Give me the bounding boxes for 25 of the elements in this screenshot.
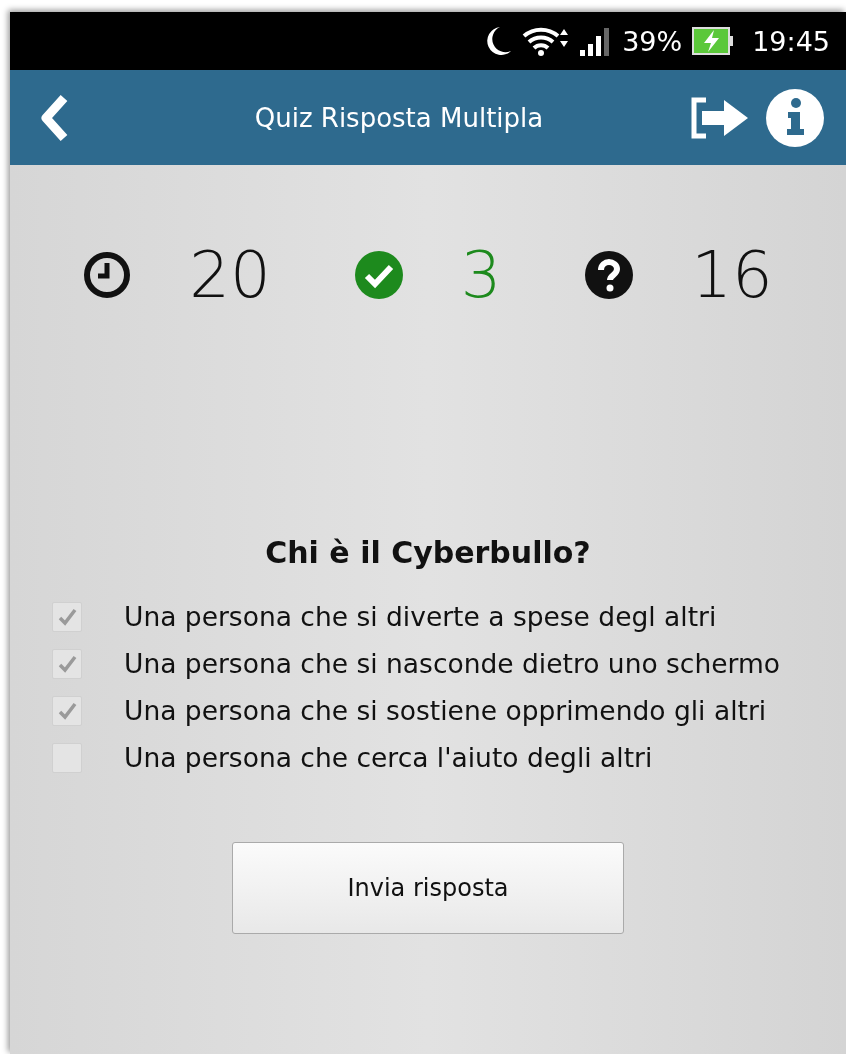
question-text: Chi è il Cyberbullo?	[265, 535, 591, 570]
check-icon	[57, 606, 77, 627]
submit-button[interactable]: Invia risposta	[232, 842, 624, 934]
check-icon	[57, 653, 77, 674]
clock-icon	[83, 251, 132, 299]
checkbox[interactable]	[52, 648, 82, 679]
battery-percent: 39%	[622, 25, 683, 57]
checkbox[interactable]	[52, 601, 82, 632]
checkbox[interactable]	[52, 695, 82, 726]
unanswered-count: 16	[691, 243, 773, 307]
option-label[interactable]: Una persona che si diverte a spese degl altri	[102, 596, 717, 637]
check-circle-icon	[354, 251, 403, 299]
check-icon	[57, 700, 77, 721]
option-label[interactable]: Una persona che si nasconde dietro uno schermo	[102, 643, 780, 684]
wifi-icon	[522, 25, 569, 57]
screen-title: Quiz Risposta Multipla	[253, 102, 545, 133]
option-label[interactable]: Una persona che cerca l'aiuto degli altri	[102, 737, 653, 778]
option-label[interactable]: Una persona che si sostiene opprimendo gli altri	[102, 690, 767, 731]
timer-count: 20	[189, 243, 271, 307]
clock-time: 19:45	[752, 25, 830, 57]
question-circle-icon	[585, 251, 634, 299]
correct-count: 3	[460, 243, 502, 307]
battery-charging-icon	[692, 27, 735, 55]
info-icon[interactable]	[766, 88, 824, 147]
back-icon[interactable]	[38, 93, 70, 142]
